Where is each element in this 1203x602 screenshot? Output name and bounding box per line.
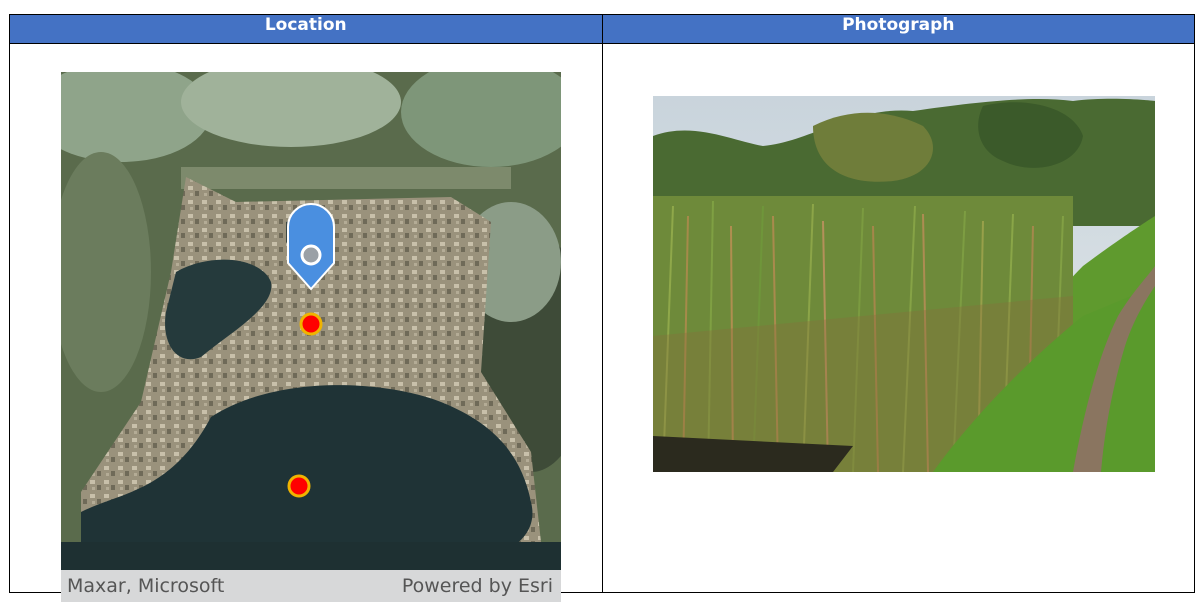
photograph-cell xyxy=(601,43,1195,593)
location-photo-table: Location Photograph Maxar, Microsoft Pow… xyxy=(9,14,1195,602)
satellite-map[interactable]: Maxar, Microsoft Powered by Esri xyxy=(61,72,561,602)
location-cell: Maxar, Microsoft Powered by Esri xyxy=(9,43,603,602)
imagery-credit: Maxar, Microsoft xyxy=(67,575,225,597)
reed-bed-photo xyxy=(652,96,1155,472)
photograph-header: Photograph xyxy=(601,14,1195,44)
location-header: Location xyxy=(9,14,603,44)
observation-point-1 xyxy=(299,312,323,336)
satellite-imagery xyxy=(61,72,561,602)
map-attribution-bar: Maxar, Microsoft Powered by Esri xyxy=(61,570,561,602)
powered-by-esri-link[interactable]: Powered by Esri xyxy=(402,575,553,597)
observation-point-2 xyxy=(287,474,311,498)
